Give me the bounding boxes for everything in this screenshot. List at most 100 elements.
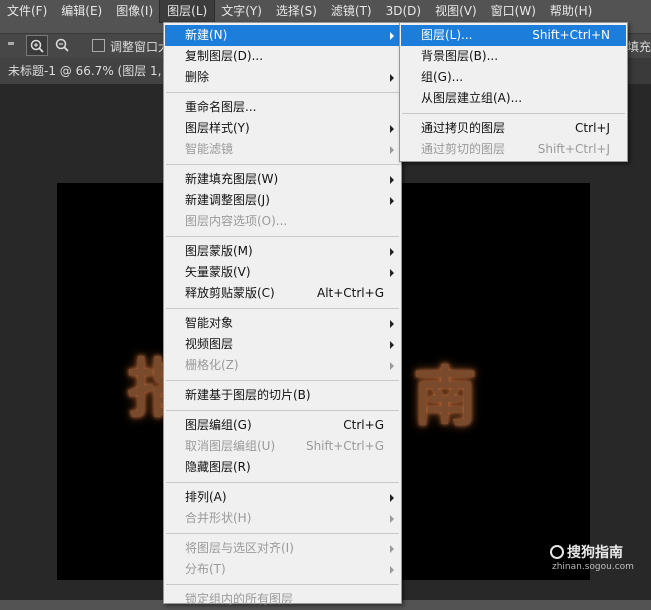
menu-layer[interactable]: 图层(L) — [159, 0, 216, 23]
new-submenu-item[interactable]: 从图层建立组(A)... — [401, 88, 626, 109]
new-submenu-item-label: 从图层建立组(A)... — [421, 91, 523, 105]
menu-separator — [166, 482, 399, 483]
document-tab[interactable]: 未标题-1 @ 66.7% (图层 1, R — [0, 58, 182, 84]
menu-separator — [166, 380, 399, 381]
layer-menu-item-label: 图层内容选项(O)... — [185, 214, 288, 228]
layer-menu-item[interactable]: 新建调整图层(J) — [165, 190, 400, 211]
menu-file[interactable]: 文件(F) — [0, 0, 54, 22]
layer-menu-item-label: 视频图层 — [185, 337, 234, 351]
submenu-arrow-icon — [390, 176, 394, 184]
new-submenu-item-shortcut: Shift+Ctrl+N — [532, 28, 610, 42]
new-submenu-item-label: 通过剪切的图层 — [421, 142, 506, 156]
layer-menu-item[interactable]: 图层蒙版(M) — [165, 241, 400, 262]
menu-bar: 文件(F) 编辑(E) 图像(I) 图层(L) 文字(Y) 选择(S) 滤镜(T… — [0, 0, 651, 23]
layer-menu-item-label: 图层蒙版(M) — [185, 244, 253, 258]
layer-menu-item-shortcut: Ctrl+G — [343, 418, 384, 432]
layer-menu-item: 分布(T) — [165, 559, 400, 580]
new-submenu-item-label: 背景图层(B)... — [421, 49, 499, 63]
layer-menu-item-label: 排列(A) — [185, 490, 227, 504]
layer-menu-item-label: 取消图层编组(U) — [185, 439, 276, 453]
new-submenu-item[interactable]: 组(G)... — [401, 67, 626, 88]
layer-menu-item[interactable]: 智能对象 — [165, 313, 400, 334]
layer-menu-item[interactable]: 排列(A) — [165, 487, 400, 508]
layer-menu-item-label: 释放剪贴蒙版(C) — [185, 286, 275, 300]
layer-menu-item-label: 栅格化(Z) — [185, 358, 239, 372]
layer-menu-item-label: 分布(T) — [185, 562, 226, 576]
layer-menu-item-label: 锁定组内的所有图层 — [185, 592, 294, 606]
submenu-arrow-icon — [390, 197, 394, 205]
layer-menu-item-label: 将图层与选区对齐(I) — [185, 541, 294, 555]
zoom-out-icon[interactable] — [52, 35, 74, 56]
resize-window-checkbox[interactable] — [92, 39, 105, 52]
layer-menu-item-label: 矢量蒙版(V) — [185, 265, 251, 279]
menu-image[interactable]: 图像(I) — [109, 0, 160, 22]
submenu-arrow-icon — [390, 515, 394, 523]
new-submenu: 图层(L)... Shift+Ctrl+N 背景图层(B)... 组(G)... 从图层… — [399, 22, 628, 162]
layer-menu-item: 合并形状(H) — [165, 508, 400, 529]
sogou-logo-icon — [550, 545, 564, 559]
layer-menu-item[interactable]: 图层样式(Y) — [165, 118, 400, 139]
fill-screen-button[interactable]: 填充 — [627, 38, 651, 55]
layer-menu-item-label: 图层编组(G) — [185, 418, 252, 432]
submenu-arrow-icon — [390, 146, 394, 154]
submenu-arrow-icon — [390, 494, 394, 502]
watermark-title: 搜狗指南 — [567, 545, 623, 561]
menu-separator — [166, 236, 399, 237]
menu-help[interactable]: 帮助(H) — [543, 0, 599, 22]
layer-menu-item[interactable]: 隐藏图层(R) — [165, 457, 400, 478]
submenu-arrow-icon — [390, 320, 394, 328]
layer-menu-item: 智能滤镜 — [165, 139, 400, 160]
layer-menu-item-label: 图层样式(Y) — [185, 121, 250, 135]
menu-separator — [166, 92, 399, 93]
menu-separator — [166, 584, 399, 585]
layer-menu-item-label: 重命名图层... — [185, 100, 257, 114]
options-grip[interactable] — [8, 42, 14, 45]
menu-select[interactable]: 选择(S) — [269, 0, 324, 22]
layer-menu-item-label: 新建填充图层(W) — [185, 172, 279, 186]
layer-menu-item-label: 智能对象 — [185, 316, 234, 330]
layer-menu-item[interactable]: 新建(N) — [165, 25, 400, 46]
watermark-url: zhinan.sogou.com — [552, 562, 634, 572]
submenu-arrow-icon — [390, 566, 394, 574]
layer-menu-item: 将图层与选区对齐(I) — [165, 538, 400, 559]
submenu-arrow-icon — [390, 32, 394, 40]
menu-filter[interactable]: 滤镜(T) — [324, 0, 379, 22]
layer-menu-item[interactable]: 矢量蒙版(V) — [165, 262, 400, 283]
layer-menu-item[interactable]: 重命名图层... — [165, 97, 400, 118]
menu-type[interactable]: 文字(Y) — [214, 0, 269, 22]
layer-menu-item[interactable]: 图层编组(G) Ctrl+G — [165, 415, 400, 436]
layer-menu-item-shortcut: Shift+Ctrl+G — [305, 439, 384, 453]
layer-menu-item-label: 智能滤镜 — [185, 142, 234, 156]
layer-menu-item[interactable]: 视频图层 — [165, 334, 400, 355]
menu-3d[interactable]: 3D(D) — [379, 0, 428, 22]
resize-window-label: 调整窗口大 — [110, 40, 171, 54]
layer-menu-item[interactable]: 新建基于图层的切片(B) — [165, 385, 400, 406]
zoom-in-icon[interactable] — [26, 35, 48, 56]
menu-view[interactable]: 视图(V) — [428, 0, 484, 22]
menu-edit[interactable]: 编辑(E) — [54, 0, 109, 22]
layer-menu-item-label: 新建(N) — [185, 28, 228, 42]
new-submenu-item[interactable]: 背景图层(B)... — [401, 46, 626, 67]
canvas-text-right: 南 — [413, 360, 501, 435]
layer-menu-item[interactable]: 删除 — [165, 67, 400, 88]
submenu-arrow-icon — [390, 248, 394, 256]
layer-menu-item: 取消图层编组(U) Shift+Ctrl+G — [165, 436, 400, 457]
menu-separator — [166, 533, 399, 534]
layer-menu-item[interactable]: 新建填充图层(W) — [165, 169, 400, 190]
layer-menu-item-label: 删除 — [185, 70, 210, 84]
new-submenu-item[interactable]: 通过拷贝的图层 Ctrl+J — [401, 118, 626, 139]
layer-menu-item-label: 隐藏图层(R) — [185, 460, 251, 474]
menu-separator — [166, 164, 399, 165]
layer-menu-item-label: 新建调整图层(J) — [185, 193, 270, 207]
menu-separator — [402, 113, 625, 114]
submenu-arrow-icon — [390, 125, 394, 133]
layer-menu-item-label: 复制图层(D)... — [185, 49, 264, 63]
layer-menu-item[interactable]: 释放剪贴蒙版(C) Alt+Ctrl+G — [165, 283, 400, 304]
new-submenu-item[interactable]: 图层(L)... Shift+Ctrl+N — [401, 25, 626, 46]
menu-separator — [166, 410, 399, 411]
submenu-arrow-icon — [390, 74, 394, 82]
layer-menu-item[interactable]: 复制图层(D)... — [165, 46, 400, 67]
menu-separator — [166, 308, 399, 309]
layer-menu-item-shortcut: Alt+Ctrl+G — [316, 286, 384, 300]
menu-window[interactable]: 窗口(W) — [484, 0, 543, 22]
